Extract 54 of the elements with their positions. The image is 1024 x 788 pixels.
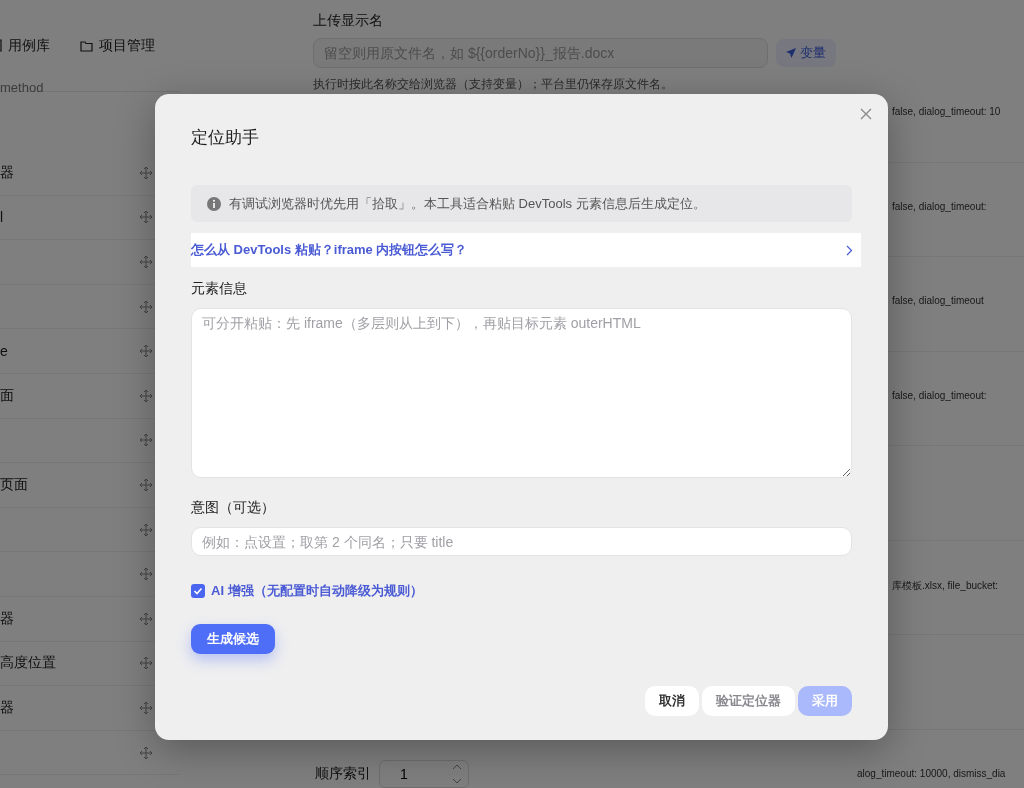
field-label: 上传显示名 bbox=[313, 12, 384, 30]
element-info-field[interactable]: 可分开粘贴：先 iframe（多层则从上到下），再贴目标元素 outerHTML bbox=[191, 308, 852, 478]
field-label: 意图（可选） bbox=[191, 499, 275, 515]
drag-handle-icon[interactable] bbox=[140, 166, 152, 179]
intent-field[interactable]: 例如：点设置；取第 2 个同名；只要 title bbox=[191, 527, 852, 556]
row-label: 高度位置 bbox=[0, 654, 56, 673]
row-text: false, dialog_timeout: bbox=[892, 389, 987, 401]
close-button[interactable] bbox=[858, 106, 874, 122]
row-text: 库模板.xlsx, file_bucket: bbox=[892, 578, 999, 593]
drag-handle-icon[interactable] bbox=[140, 211, 152, 224]
row-label: 器 bbox=[0, 163, 14, 182]
drag-handle-icon[interactable] bbox=[140, 568, 152, 581]
generate-button[interactable]: 生成候选 bbox=[191, 624, 275, 654]
drag-handle-icon[interactable] bbox=[140, 256, 152, 268]
drag-handle-icon[interactable] bbox=[140, 746, 152, 759]
drag-handle-icon[interactable] bbox=[140, 478, 152, 491]
checkbox[interactable] bbox=[191, 584, 205, 598]
info-text: 有调试浏览器时优先用「拾取」。本工具适合粘贴 DevTools 元素信息后生成定位。 bbox=[229, 194, 706, 213]
row-label: 页面 bbox=[0, 475, 28, 494]
help-link[interactable]: 怎么从 DevTools 粘贴？iframe 内按钮怎么写？ bbox=[191, 233, 861, 267]
drag-handle-icon[interactable] bbox=[140, 523, 152, 536]
nav-link[interactable]: 用例库 bbox=[0, 36, 50, 55]
drag-handle-icon[interactable] bbox=[140, 345, 152, 358]
column-header: method bbox=[0, 80, 45, 97]
hint-text: 执行时按此名称交给浏览器（支持变量）；平台里仍保存原文件名。 bbox=[313, 76, 674, 93]
dialog-title: 定位助手 bbox=[191, 127, 260, 149]
row-label: 器 bbox=[0, 609, 14, 628]
drag-handle-icon[interactable] bbox=[140, 434, 152, 447]
row-text: false, dialog_timeout: bbox=[892, 200, 987, 212]
field-label: 顺序索引 bbox=[315, 765, 371, 783]
drag-handle-icon[interactable] bbox=[140, 657, 152, 670]
row-label: e bbox=[0, 343, 8, 360]
info-icon bbox=[207, 196, 221, 211]
drag-handle-icon[interactable] bbox=[140, 701, 152, 714]
row-text: alog_timeout: 10000, dismiss_dia bbox=[857, 767, 1006, 779]
send-icon bbox=[786, 48, 796, 58]
folder-icon bbox=[80, 39, 93, 52]
footer-button[interactable]: 取消 bbox=[645, 686, 699, 716]
stepper-icon bbox=[452, 763, 462, 785]
field-label: 元素信息 bbox=[191, 280, 247, 296]
variable-button[interactable]: 变量 bbox=[776, 39, 836, 67]
order-number-field[interactable]: 1 bbox=[379, 760, 469, 788]
row-label: 面 bbox=[0, 386, 14, 405]
row-label: 器 bbox=[0, 698, 14, 717]
check-icon bbox=[193, 586, 203, 596]
drag-handle-icon[interactable] bbox=[140, 389, 152, 402]
checkbox-label: AI 增强（无配置时自动降级为规则） bbox=[211, 582, 423, 600]
row-label: l bbox=[0, 209, 4, 226]
row-text: false, dialog_timeout: 10 bbox=[892, 106, 1001, 117]
drag-handle-icon[interactable] bbox=[140, 612, 152, 625]
chevron-right-icon bbox=[846, 244, 853, 256]
drag-handle-icon[interactable] bbox=[140, 300, 152, 313]
nav-link[interactable]: 项目管理 bbox=[80, 36, 155, 55]
row-text: false, dialog_timeout bbox=[892, 295, 984, 306]
